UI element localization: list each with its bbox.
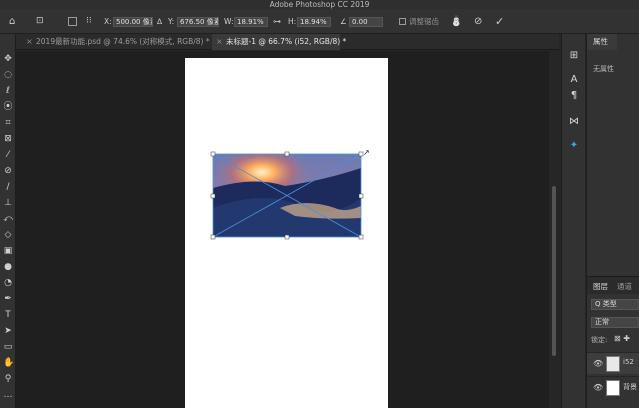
document-tabs: × 2019最新功能.psd @ 74.6% (对称模式, RGB/8) * ×…: [16, 34, 559, 50]
x-field[interactable]: 500.00 像素: [113, 17, 153, 27]
path-select-icon[interactable]: ➤: [3, 326, 13, 336]
crop-icon[interactable]: ⌗: [3, 118, 13, 128]
more-tools-icon[interactable]: …: [3, 390, 13, 400]
angle-icon: ∠: [340, 9, 347, 34]
paragraph-icon[interactable]: ¶: [568, 90, 580, 102]
title-bar: Adobe Photoshop CC 2019: [0, 0, 639, 9]
reference-point-checkbox[interactable]: [68, 17, 77, 26]
tab-layers[interactable]: 图层: [587, 279, 608, 295]
h-field[interactable]: 18.94%: [297, 17, 331, 27]
tools-panel: ✥ ◌ ℓ ⦿ ⌗ ⊠ ⁄ ⊘ ∕ ⊥ ⤺ ◇ ▣ ● ◔ ✒ T ➤ ▭ ✋ …: [0, 34, 16, 408]
tab-doc-1[interactable]: × 2019最新功能.psd @ 74.6% (对称模式, RGB/8) *: [22, 34, 206, 50]
y-field[interactable]: 676.50 像素: [177, 17, 219, 27]
link-icon[interactable]: ∆: [157, 9, 162, 34]
y-label: Y:: [168, 9, 174, 34]
tab-doc-2[interactable]: × 未标题-1 @ 66.7% (i52, RGB/8) *: [212, 34, 340, 50]
transform-handle: [211, 194, 215, 198]
pen-icon[interactable]: ✒: [3, 294, 13, 304]
warp-mode-icon[interactable]: ⛄: [450, 9, 462, 34]
close-icon[interactable]: ×: [216, 34, 223, 50]
text-icon[interactable]: T: [3, 310, 13, 320]
placed-image[interactable]: ↗: [185, 58, 388, 408]
right-panels: 属性 无属性 图层 通道 Q 类型 正常 锁定: ⊠ ✚ 👁 i52 👁 背景: [586, 34, 639, 408]
eraser-icon[interactable]: ◇: [3, 230, 13, 240]
window-title: Adobe Photoshop CC 2019: [0, 0, 639, 9]
close-icon[interactable]: ×: [26, 34, 33, 50]
layer-name: i52: [623, 358, 634, 366]
transform-handle: [285, 235, 289, 239]
smart-object-thumbnail: [606, 356, 620, 372]
home-icon[interactable]: ⌂: [9, 9, 15, 34]
move-icon[interactable]: ✥: [3, 54, 13, 64]
transform-handle: [285, 152, 289, 156]
properties-empty-text: 无属性: [593, 64, 614, 74]
w-field[interactable]: 18.91%: [234, 17, 268, 27]
transform-handle: [211, 235, 215, 239]
tab-channels[interactable]: 通道: [611, 279, 632, 295]
gradient-icon[interactable]: ▣: [3, 246, 13, 256]
cancel-icon[interactable]: ⊘: [474, 9, 482, 34]
transform-handle: [211, 152, 215, 156]
layer-row[interactable]: 👁 背景: [587, 376, 639, 398]
tab-label: 2019最新功能.psd @ 74.6% (对称模式, RGB/8) *: [36, 37, 210, 46]
document-canvas[interactable]: ↗: [185, 58, 388, 408]
brush-icon[interactable]: ∕: [3, 182, 13, 192]
warp-checkbox[interactable]: [399, 18, 406, 25]
frame-icon[interactable]: ⊠: [3, 134, 13, 144]
vertical-scrollbar[interactable]: [549, 51, 559, 408]
layers-tabbar: 图层 通道: [587, 276, 639, 294]
eye-icon[interactable]: 👁: [593, 359, 603, 368]
chain-icon[interactable]: ⊶: [273, 9, 281, 34]
lock-label: 锁定:: [591, 335, 607, 345]
h-label: H:: [288, 9, 296, 34]
panel-icon-column: ⊞ A ¶ ⋈ ✦: [561, 34, 585, 408]
lock-icon[interactable]: ⊠ ✚: [614, 334, 630, 343]
options-bar: ⌂ ⊡ ⁝⁝ X: 500.00 像素 ∆ Y: 676.50 像素 W: 18…: [0, 9, 639, 34]
warp-label: 调整锯齿: [409, 9, 439, 34]
hand-icon[interactable]: ✋: [3, 358, 13, 368]
dodge-icon[interactable]: ◔: [3, 278, 13, 288]
layer-row[interactable]: 👁 i52: [587, 352, 639, 374]
layer-filter-select[interactable]: Q 类型: [591, 299, 639, 310]
blur-icon[interactable]: ●: [3, 262, 13, 272]
commit-icon[interactable]: ✓: [495, 9, 504, 34]
transform-reference-icon[interactable]: ⊡: [36, 9, 44, 34]
zoom-icon[interactable]: ⚲: [3, 374, 13, 384]
angle-field[interactable]: 0.00: [349, 17, 383, 27]
history-icon[interactable]: ⊞: [568, 50, 580, 62]
blend-mode-select[interactable]: 正常: [591, 317, 639, 328]
transform-handle: [359, 194, 363, 198]
background-thumbnail: [606, 380, 620, 396]
healing-icon[interactable]: ⊘: [3, 166, 13, 176]
shape-icon[interactable]: ▭: [3, 342, 13, 352]
reference-point-icon: ⁝⁝: [86, 9, 92, 34]
scroll-thumb[interactable]: [552, 186, 556, 356]
libraries-icon[interactable]: ✦: [568, 140, 580, 152]
brush-settings-icon[interactable]: ⋈: [568, 116, 580, 128]
layer-name: 背景: [623, 382, 637, 392]
history-brush-icon[interactable]: ⤺: [3, 214, 13, 224]
lasso-icon[interactable]: ℓ: [3, 86, 13, 96]
x-label: X:: [104, 9, 112, 34]
transform-handle: [359, 235, 363, 239]
quick-select-icon[interactable]: ⦿: [3, 102, 13, 112]
svg-text:↗: ↗: [363, 148, 370, 157]
character-icon[interactable]: A: [568, 74, 580, 86]
tab-properties[interactable]: 属性: [587, 34, 617, 50]
stamp-icon[interactable]: ⊥: [3, 198, 13, 208]
w-label: W:: [224, 9, 234, 34]
canvas-area[interactable]: ↗: [16, 51, 554, 408]
tab-label: 未标题-1 @ 66.7% (i52, RGB/8) *: [226, 37, 346, 46]
marquee-icon[interactable]: ◌: [3, 70, 13, 80]
eyedropper-icon[interactable]: ⁄: [3, 150, 13, 160]
eye-icon[interactable]: 👁: [593, 383, 603, 392]
